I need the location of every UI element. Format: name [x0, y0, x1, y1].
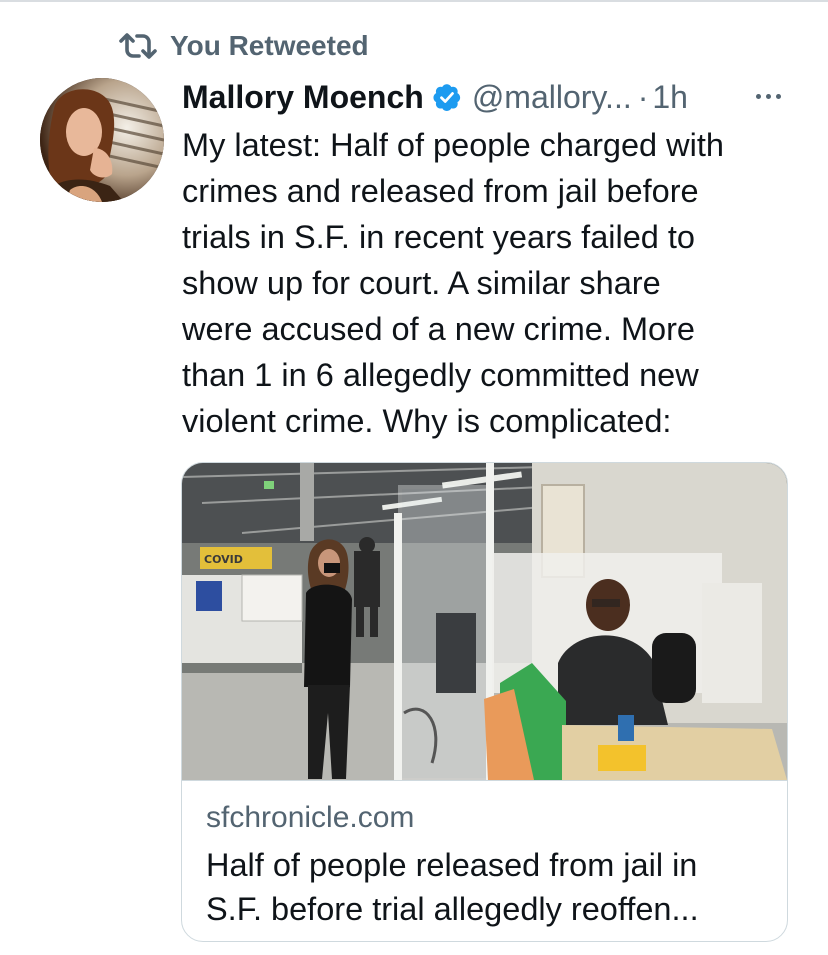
card-title[interactable]: Half of people released from jail in S.F… — [206, 843, 776, 931]
header-separator: · — [637, 78, 649, 115]
retweet-icon — [118, 32, 158, 60]
more-options-icon[interactable] — [748, 84, 788, 108]
tweet-text: My latest: Half of people charged with c… — [182, 127, 724, 439]
author-handle[interactable]: @mallory... — [472, 79, 632, 116]
link-preview-card[interactable]: COVID sfchronicle.com Half of people rel… — [181, 462, 788, 942]
retweet-label: You Retweeted — [170, 30, 369, 61]
top-divider — [0, 0, 828, 2]
card-domain: sfchronicle.com — [206, 801, 415, 834]
retweet-indicator[interactable]: You Retweeted — [118, 28, 369, 64]
tweet-header: Mallory Moench @mallory... · 1h — [182, 74, 688, 120]
author-name[interactable]: Mallory Moench — [182, 79, 424, 116]
tweet-timestamp[interactable]: 1h — [652, 79, 688, 116]
covid-sign-text: COVID — [204, 553, 243, 566]
verified-badge-icon — [432, 82, 462, 112]
article-image: COVID — [182, 463, 787, 781]
avatar[interactable] — [40, 78, 164, 202]
